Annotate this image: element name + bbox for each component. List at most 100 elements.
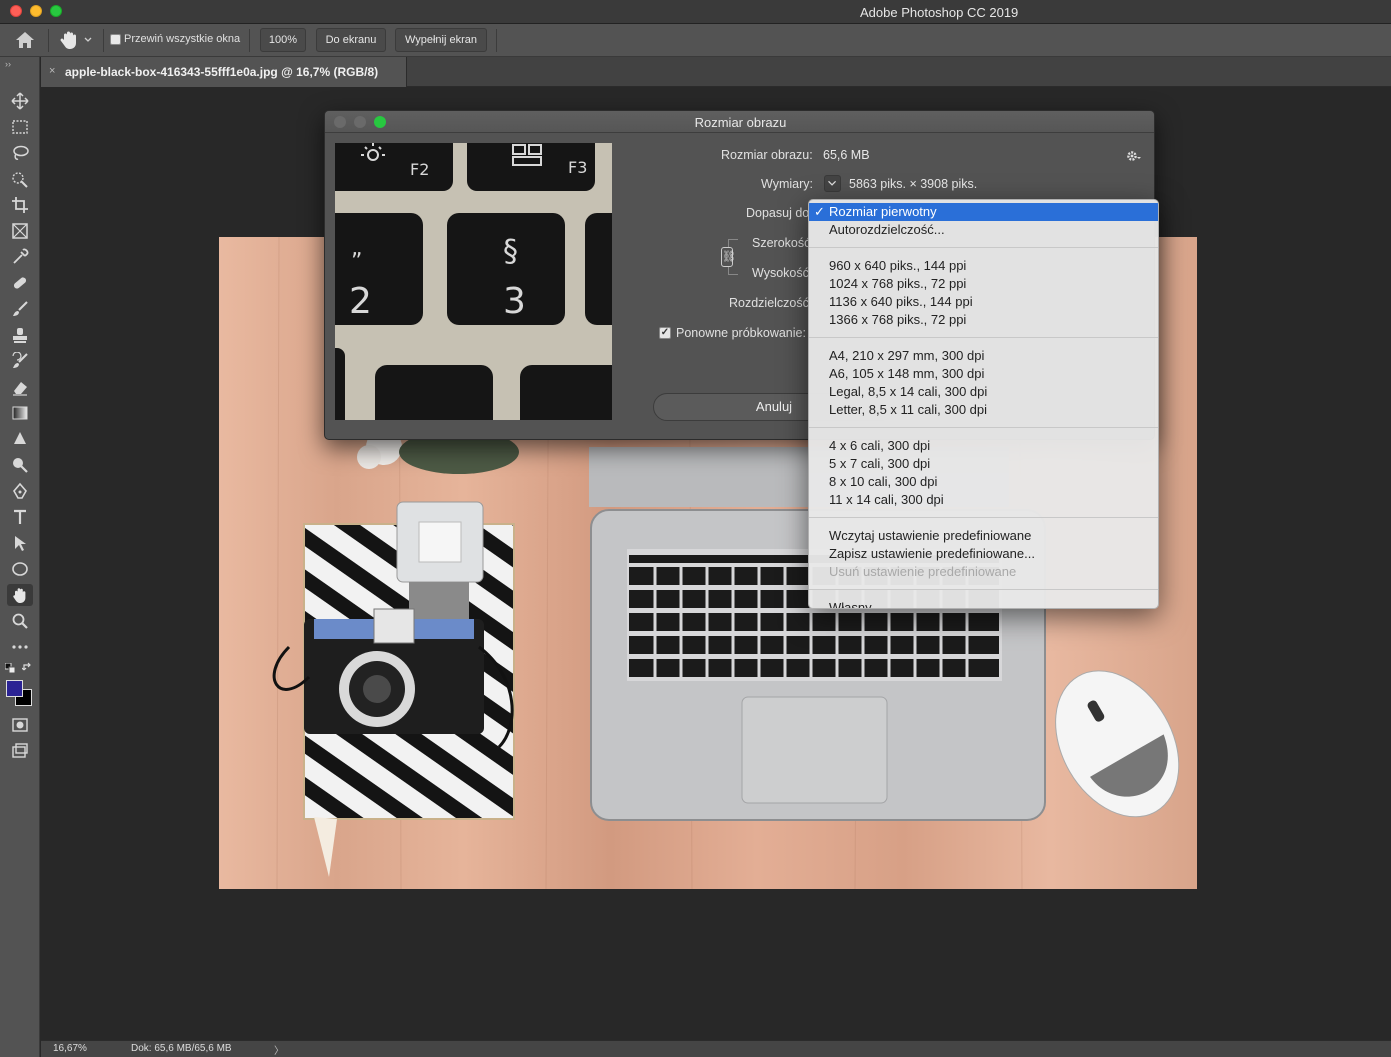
history-brush-icon[interactable] [7,350,33,372]
fit-menu-item[interactable]: A6, 105 x 148 mm, 300 dpi [809,365,1158,383]
pen-icon[interactable] [7,480,33,502]
fit-menu-item[interactable]: ✓ Rozmiar pierwotny [809,203,1158,221]
brush-icon[interactable] [7,298,33,320]
crop-icon[interactable] [7,194,33,216]
fit-menu-item[interactable]: 11 x 14 cali, 300 dpi [809,491,1158,509]
marquee-icon[interactable] [7,116,33,138]
image-preview[interactable]: F2 F3 „ 2 § 3 [335,143,612,420]
height-label: Wysokość: [752,266,809,280]
swap-colors-icon[interactable] [21,660,33,671]
gear-icon[interactable] [1125,148,1141,164]
fit-menu-item[interactable]: 1024 x 768 piks., 72 ppi [809,275,1158,293]
frame-icon[interactable] [7,220,33,242]
preview-keyboard-closeup: F2 F3 „ 2 § 3 [335,143,612,420]
default-colors-icon[interactable] [4,660,16,674]
fit-menu-item-label: Rozmiar pierwotny [829,204,937,219]
collapse-panel-icon[interactable]: ›› [5,59,11,69]
hand-icon[interactable] [7,584,33,606]
zoom-100-button[interactable]: 100% [260,28,306,52]
fit-menu-item-label: 11 x 14 cali, 300 dpi [829,492,944,507]
quick-select-icon[interactable] [7,168,33,190]
screen-mode-icon[interactable] [7,740,33,762]
fit-menu-item[interactable]: Własny [809,599,1158,608]
type-icon[interactable] [7,506,33,528]
fill-screen-button[interactable]: Wypełnij ekran [395,28,487,52]
document-tab-bar: × apple-black-box-416343-55fff1e0a.jpg @… [41,57,1391,87]
preview-key-quote: „ [351,236,362,261]
dialog-titlebar: Rozmiar obrazu [325,111,1154,133]
home-icon[interactable] [14,30,36,50]
resample-checkbox[interactable]: ✓ [659,327,671,339]
fit-menu-item[interactable]: 1136 x 640 piks., 144 ppi [809,293,1158,311]
fit-menu-item-label: Legal, 8,5 x 14 cali, 300 dpi [829,384,988,399]
stamp-icon[interactable] [7,324,33,346]
options-separator [103,29,104,52]
fit-menu-item[interactable]: Legal, 8,5 x 14 cali, 300 dpi [809,383,1158,401]
options-separator [48,29,49,52]
dimensions-label: Wymiary: [761,177,813,191]
fit-screen-button[interactable]: Do ekranu [316,28,386,52]
fit-to-label: Dopasuj do: [746,206,809,220]
close-window-button[interactable] [10,5,22,17]
fit-to-dropdown-menu: ✓ Rozmiar pierwotny Autorozdzielczość... 96… [808,199,1159,609]
blur-icon[interactable] [7,428,33,450]
maximize-window-button[interactable] [50,5,62,17]
healing-icon[interactable] [7,272,33,294]
fit-menu-item[interactable]: Zapisz ustawienie predefiniowane... [809,545,1158,563]
options-separator [249,29,250,52]
fit-menu-item[interactable]: A4, 210 x 297 mm, 300 dpi [809,347,1158,365]
eraser-icon[interactable] [7,376,33,398]
menu-separator [809,517,1158,518]
ellipse-icon[interactable] [7,558,33,580]
constrain-bracket [728,239,738,247]
fit-menu-item[interactable]: 5 x 7 cali, 300 dpi [809,455,1158,473]
constrain-bracket [728,267,738,275]
fit-menu-item-label: Autorozdzielczość... [829,222,945,237]
fit-menu-item-label: Wczytaj ustawienie predefiniowane [829,528,1032,543]
fit-menu-item[interactable]: Wczytaj ustawienie predefiniowane [809,527,1158,545]
more-icon[interactable] [7,636,33,658]
fit-menu-item[interactable]: 4 x 6 cali, 300 dpi [809,437,1158,455]
minimize-window-button[interactable] [30,5,42,17]
preview-key-2: 2 [349,281,372,322]
fit-menu-item[interactable]: 1366 x 768 piks., 72 ppi [809,311,1158,329]
dialog-title: Rozmiar obrazu [694,115,787,130]
fit-menu-item[interactable]: 8 x 10 cali, 300 dpi [809,473,1158,491]
status-bar: 16,67% Dok: 65,6 MB/65,6 MB 〉 [41,1040,1391,1057]
hand-tool-preset-picker[interactable] [58,28,98,52]
close-tab-icon[interactable]: × [49,65,55,77]
constrain-proportions-link-icon[interactable]: ⛓ [721,247,736,267]
width-label: Szerokość: [752,236,809,250]
image-size-value: 65,6 MB [823,148,870,162]
dodge-icon[interactable] [7,454,33,476]
fit-menu-item-label: Zapisz ustawienie predefiniowane... [829,546,1035,561]
menu-separator [809,337,1158,338]
app-title: Adobe Photoshop CC 2019 [860,5,1019,20]
fit-menu-item-label: 8 x 10 cali, 300 dpi [829,474,938,489]
fit-menu-item-label: 1024 x 768 piks., 72 ppi [829,276,967,291]
move-icon[interactable] [7,90,33,112]
fit-menu-item[interactable]: Autorozdzielczość... [809,221,1158,239]
fit-menu-item[interactable]: Letter, 8,5 x 11 cali, 300 dpi [809,401,1158,419]
quick-mask-icon[interactable] [7,714,33,736]
status-menu-arrow[interactable]: 〉 [274,1042,284,1057]
zoom-icon[interactable] [7,610,33,632]
scroll-all-windows-checkbox[interactable] [110,34,121,45]
scroll-all-windows-label: Przewiń wszystkie okna [124,33,241,45]
fit-menu-item-label: A4, 210 x 297 mm, 300 dpi [829,348,985,363]
path-select-icon[interactable] [7,532,33,554]
dimensions-value: 5863 piks. × 3908 piks. [849,177,978,191]
zoom-level[interactable]: 16,67% [53,1043,87,1054]
lasso-icon[interactable] [7,142,33,164]
fit-menu-item[interactable]: 960 x 640 piks., 144 ppi [809,257,1158,275]
document-tab[interactable]: × apple-black-box-416343-55fff1e0a.jpg @… [41,57,407,87]
fit-menu-item-label: 4 x 6 cali, 300 dpi [829,438,931,453]
gradient-icon[interactable] [7,402,33,424]
foreground-color-swatch[interactable] [6,680,23,697]
fit-menu-item: Usuń ustawienie predefiniowane [809,563,1158,581]
dimensions-unit-dropdown[interactable] [824,175,841,192]
eyedropper-icon[interactable] [7,246,33,268]
preview-key-3: 3 [503,281,526,322]
window-titlebar: Adobe Photoshop CC 2019 [0,0,1391,24]
fit-menu-item-label: 5 x 7 cali, 300 dpi [829,456,931,471]
